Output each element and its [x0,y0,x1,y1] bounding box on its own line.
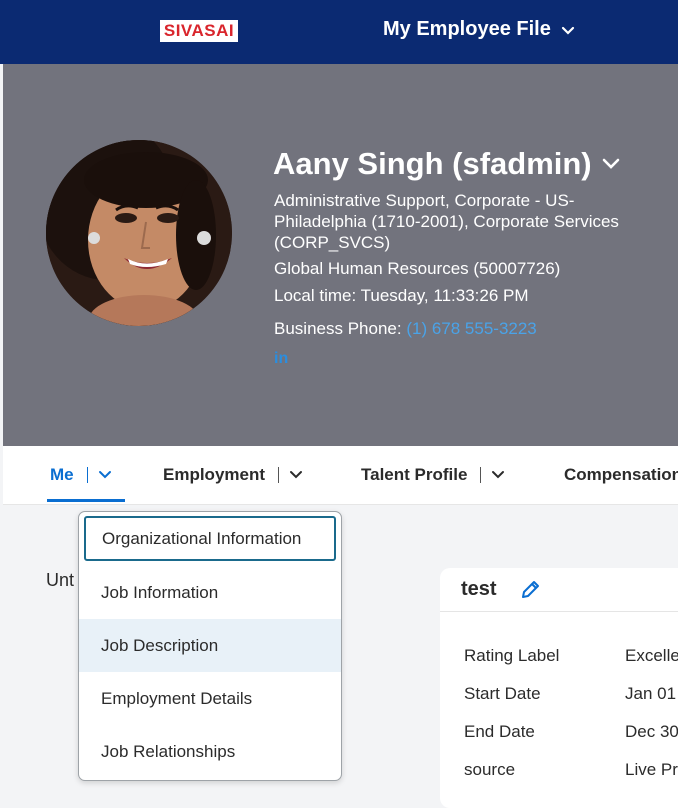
top-bar: SIVASAI My Employee File [0,0,678,64]
field-label: source [464,760,516,779]
info-card: test Rating Label Excelle Start Date Jan… [440,568,678,808]
me-tab-dropdown-menu: Organizational Information Job Informati… [78,511,342,781]
tab-label: Compensation [564,465,678,484]
chevron-down-icon [561,26,574,35]
menu-item-label: Job Information [101,582,219,602]
menu-item-label: Employment Details [101,688,253,708]
field-label: End Date [464,722,535,741]
tab-separator [480,467,482,483]
tab-me[interactable]: Me [50,446,112,504]
pencil-icon[interactable] [519,579,541,601]
phone-label: Business Phone: [274,319,402,338]
profile-phone: Business Phone: (1) 678 555-3223 [274,318,537,339]
menu-item-job-relationships[interactable]: Job Relationships [79,725,341,778]
local-time-label: Local time: [274,286,357,305]
profile-header: Aany Singh (sfadmin) Administrative Supp… [3,64,678,446]
field-value: Live Pr [625,760,678,779]
menu-item-label: Job Relationships [101,741,236,761]
local-time-value: Tuesday, 11:33:26 PM [360,286,529,305]
section-tab-bar: Me Employment Talent Profile Compensatio… [3,446,678,505]
profile-local-time: Local time: Tuesday, 11:33:26 PM [274,285,529,306]
profile-name: Aany Singh (sfadmin) [273,146,592,181]
chevron-down-icon[interactable] [289,470,303,480]
linkedin-icon[interactable]: in [274,350,288,368]
chevron-down-icon[interactable] [98,470,112,480]
tab-label: Me [50,465,74,484]
tab-label: Talent Profile [361,465,468,484]
chevron-down-icon[interactable] [491,470,505,480]
menu-item-organizational-information[interactable]: Organizational Information [84,516,336,561]
app-title: My Employee File [383,18,551,40]
phone-link[interactable]: (1) 678 555-3223 [406,319,536,338]
profile-name-menu[interactable]: Aany Singh (sfadmin) [273,146,620,182]
menu-item-label: Job Description [101,635,219,655]
profile-department: Global Human Resources (50007726) [274,259,561,278]
profile-avatar[interactable] [46,140,232,326]
chevron-down-icon [602,158,619,169]
tab-compensation[interactable]: Compensation [564,446,678,504]
card-title: test [461,578,497,600]
profile-position: Administrative Support, Corporate - US-P… [274,191,619,252]
app-title-menu[interactable]: My Employee File [383,18,575,41]
card-divider [440,611,678,612]
logo-text: SIVASAI [163,21,235,40]
active-tab-indicator [47,499,125,502]
field-value: Jan 01 [625,684,677,703]
menu-item-job-information[interactable]: Job Information [79,566,341,619]
field-label: Rating Label [464,646,560,665]
field-value: Excelle [625,646,678,665]
tab-label: Employment [163,465,266,484]
tab-talent-profile[interactable]: Talent Profile [361,446,505,504]
tab-employment[interactable]: Employment [163,446,303,504]
section-text: Unt [46,570,75,590]
tab-separator [278,467,280,483]
company-logo[interactable]: SIVASAI [160,20,238,42]
menu-item-employment-details[interactable]: Employment Details [79,672,341,725]
avatar-photo [46,140,232,326]
field-value: Dec 30 [625,722,678,741]
field-label: Start Date [464,684,541,703]
tab-separator [86,467,88,483]
menu-item-label: Organizational Information [102,528,302,548]
menu-item-job-description[interactable]: Job Description [79,619,341,672]
